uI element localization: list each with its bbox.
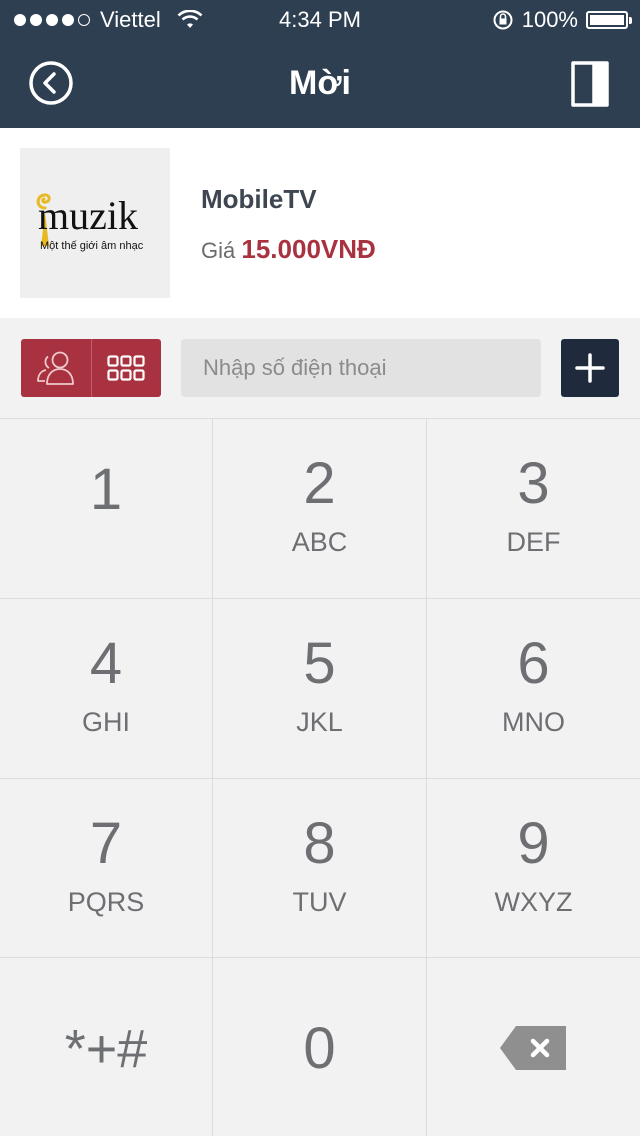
key-digit: 7 [89,811,123,876]
document-icon[interactable] [570,60,610,108]
key-digit: 1 [89,457,123,522]
key-2[interactable]: 2 ABC [213,418,427,598]
keypad-toggle-button[interactable] [92,339,162,397]
key-letters: DEF [506,527,561,557]
rotation-lock-icon [493,10,513,30]
battery-percent: 100% [521,7,578,32]
key-letters: JKL [296,707,343,737]
product-thumbnail: muzik Một thế giới âm nhạc [20,148,170,298]
key-symbols[interactable]: *+# [0,957,213,1136]
dial-keypad: 1 2 ABC 3 DEF 4 GHI 5 JKL 6 MNO 7 PQRS 8… [0,418,640,1136]
key-digit: 4 [89,631,123,696]
product-price: Giá 15.000VNĐ [201,234,376,265]
key-9[interactable]: 9 WXYZ [427,778,640,957]
input-mode-toggle [21,339,161,397]
key-letters: ABC [291,527,348,557]
page-title: Mời [289,64,351,102]
key-letters: WXYZ [494,887,573,917]
add-button[interactable] [561,339,619,397]
phone-number-input[interactable] [181,339,541,397]
contacts-button[interactable] [21,339,92,397]
status-bar: Viettel 4:34 PM 100% [0,0,640,40]
key-3[interactable]: 3 DEF [427,418,640,598]
product-name: MobileTV [201,184,317,214]
key-1[interactable]: 1 [0,418,213,598]
plus-icon [575,353,605,383]
key-5[interactable]: 5 JKL [213,598,427,778]
key-digit: 0 [303,1016,336,1081]
key-digit: 3 [517,451,550,516]
nav-bar: Mời [0,40,640,128]
key-8[interactable]: 8 TUV [213,778,427,957]
price-label: Giá [201,238,236,263]
battery-fill [590,15,624,25]
key-4[interactable]: 4 GHI [0,598,213,778]
product-card[interactable]: muzik Một thế giới âm nhạc MobileTV Giá … [0,128,640,318]
key-6[interactable]: 6 MNO [427,598,640,778]
key-digit: 2 [303,451,336,516]
backspace-icon [500,1026,566,1070]
logo-text: muzik [38,193,138,238]
key-symbols-label: *+# [64,1019,148,1079]
key-7[interactable]: 7 PQRS [0,778,213,957]
key-digit: 9 [517,811,550,876]
key-digit: 6 [517,631,550,696]
key-letters: GHI [81,707,130,737]
key-digit: 8 [303,811,336,876]
price-value: 15.000VNĐ [241,234,376,264]
key-letters: TUV [292,887,347,917]
key-letters: PQRS [67,887,145,917]
contacts-icon [36,351,74,385]
key-digit: 5 [303,631,336,696]
logo-tagline: Một thế giới âm nhạc [40,240,144,252]
key-0[interactable]: 0 [213,957,427,1136]
status-right: 100% [492,7,632,33]
key-letters: MNO [502,707,565,737]
battery-icon [586,11,632,29]
backspace-key[interactable] [427,957,640,1136]
input-row [0,318,640,418]
grid-icon [107,355,145,381]
